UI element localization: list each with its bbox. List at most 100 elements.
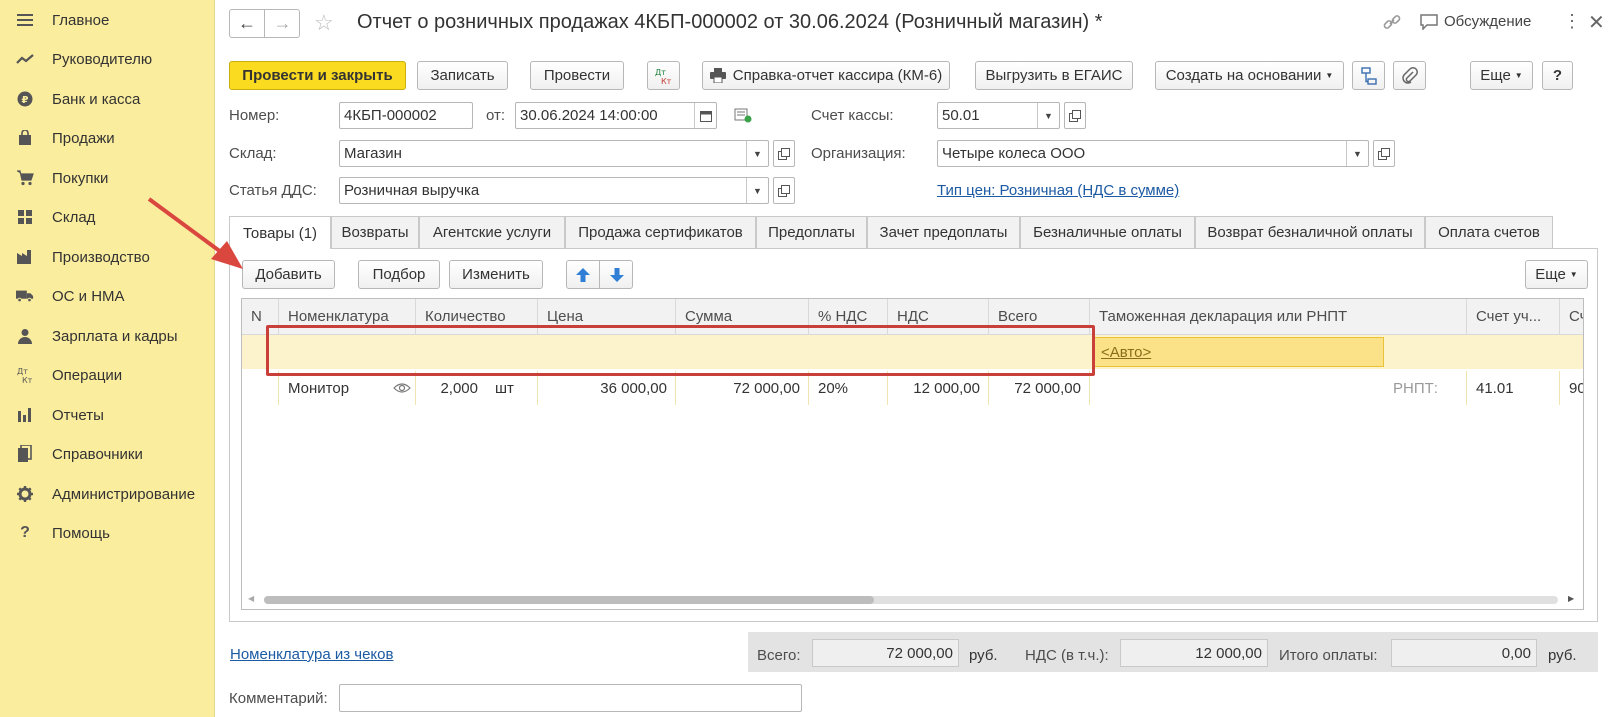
sidebar-item-help[interactable]: ? Помощь	[0, 513, 215, 553]
page-title: Отчет о розничных продажах 4КБП-000002 о…	[357, 11, 1103, 33]
favorite-star-icon[interactable]: ☆	[314, 10, 334, 36]
table-row[interactable]: Монитор 2,000 шт 36 000,00 72 000,00 20%…	[242, 335, 1583, 405]
column-header[interactable]: % НДС	[809, 299, 888, 335]
sidebar-item-main[interactable]: Главное	[0, 0, 215, 40]
sum-cell[interactable]: 72 000,00	[676, 371, 809, 405]
sidebar-item-sales[interactable]: Продажи	[0, 118, 215, 158]
select-button[interactable]: Подбор	[358, 260, 440, 289]
chevron-down-icon[interactable]: ▼	[746, 178, 768, 203]
tab-returns[interactable]: Возвраты	[331, 216, 419, 248]
tab-cashless-payments[interactable]: Безналичные оплаты	[1020, 216, 1195, 248]
column-header[interactable]: Таможенная декларация или РНПТ	[1090, 299, 1467, 335]
scroll-right-icon[interactable]: ▶	[1568, 594, 1574, 603]
comment-field[interactable]	[339, 684, 802, 712]
more-vertical-icon[interactable]: ⋮	[1563, 11, 1581, 32]
post-and-close-button[interactable]: Провести и закрыть	[229, 61, 406, 90]
open-organization-button[interactable]	[1373, 140, 1395, 167]
column-header[interactable]: N	[242, 299, 279, 335]
sidebar: Главное Руководителю ₽ Банк и касса Прод…	[0, 0, 215, 717]
horizontal-scrollbar[interactable]: ◀ ▶	[242, 591, 1583, 609]
close-icon[interactable]: ✕	[1588, 10, 1605, 35]
column-header[interactable]: НДС	[888, 299, 989, 335]
km6-report-button[interactable]: Справка-отчет кассира (КМ-6)	[702, 61, 950, 90]
link-icon[interactable]	[1383, 13, 1401, 35]
organization-field[interactable]: Четыре колеса ООО ▼	[937, 140, 1369, 167]
chat-icon	[1420, 13, 1438, 30]
price-type-link[interactable]: Тип цен: Розничная (НДС в сумме)	[937, 182, 1179, 199]
checks-nomenclature-link[interactable]: Номенклатура из чеков	[230, 646, 393, 663]
quantity-cell[interactable]: 2,000	[416, 371, 486, 405]
move-buttons	[566, 260, 633, 289]
sidebar-item-operations[interactable]: Дт Кт Операции	[0, 355, 215, 395]
customs-cell[interactable]: <Авто>	[1093, 337, 1384, 367]
column-header[interactable]: Количество	[416, 299, 538, 335]
tab-certificate-sales[interactable]: Продажа сертификатов	[565, 216, 756, 248]
sidebar-item-salary[interactable]: Зарплата и кадры	[0, 316, 215, 356]
forward-button[interactable]: →	[265, 10, 300, 37]
customs-auto-link[interactable]: <Авто>	[1101, 344, 1151, 361]
more-button[interactable]: Еще ▼	[1470, 61, 1533, 90]
warehouse-field[interactable]: Магазин ▼	[339, 140, 769, 167]
open-dds-button[interactable]	[773, 177, 795, 204]
sidebar-item-manager[interactable]: Руководителю	[0, 39, 215, 79]
sidebar-item-admin[interactable]: Администрирование	[0, 474, 215, 514]
column-header[interactable]: Номенклатура	[279, 299, 416, 335]
tab-prepayments[interactable]: Предоплаты	[756, 216, 867, 248]
tab-invoice-payments[interactable]: Оплата счетов	[1425, 216, 1553, 248]
scroll-left-icon[interactable]: ◀	[248, 594, 254, 603]
price-cell[interactable]: 36 000,00	[538, 371, 676, 405]
move-up-button[interactable]	[567, 261, 600, 288]
save-button[interactable]: Записать	[417, 61, 508, 90]
change-button[interactable]: Изменить	[449, 260, 543, 289]
sidebar-item-label: Банк и касса	[52, 90, 141, 108]
organization-label: Организация:	[811, 145, 906, 162]
chevron-down-icon[interactable]: ▼	[1037, 103, 1059, 128]
sidebar-item-reports[interactable]: Отчеты	[0, 395, 215, 435]
sidebar-item-catalogs[interactable]: Справочники	[0, 434, 215, 474]
status-list-icon[interactable]	[734, 107, 752, 127]
help-button[interactable]: ?	[1542, 61, 1573, 90]
open-cash-account-button[interactable]	[1064, 102, 1086, 129]
egais-export-button[interactable]: Выгрузить в ЕГАИС	[975, 61, 1133, 90]
column-header[interactable]: Сумма	[676, 299, 809, 335]
column-header[interactable]: Сч	[1560, 299, 1583, 335]
discussion-button[interactable]: Обсуждение	[1420, 13, 1531, 30]
vat-rate-cell[interactable]: 20%	[809, 371, 888, 405]
attachment-button[interactable]	[1393, 61, 1426, 90]
move-down-button[interactable]	[600, 261, 633, 288]
create-based-on-button[interactable]: Создать на основании ▼	[1155, 61, 1344, 90]
sidebar-item-bank[interactable]: ₽ Банк и касса	[0, 79, 215, 119]
chevron-down-icon[interactable]: ▼	[746, 141, 768, 166]
dds-field[interactable]: Розничная выручка ▼	[339, 177, 769, 204]
dtkt-button[interactable]: Дт Кт	[647, 61, 680, 90]
unit-cell[interactable]: шт	[486, 371, 538, 405]
chevron-down-icon[interactable]: ▼	[1346, 141, 1368, 166]
structure-button[interactable]	[1352, 61, 1385, 90]
post-button[interactable]: Провести	[530, 61, 624, 90]
date-field[interactable]: 30.06.2024 14:00:00	[515, 102, 717, 129]
table-more-button[interactable]: Еще ▼	[1525, 260, 1588, 289]
column-header[interactable]: Цена	[538, 299, 676, 335]
column-header[interactable]: Счет уч...	[1467, 299, 1560, 335]
column-header[interactable]: Всего	[989, 299, 1090, 335]
calendar-icon[interactable]	[694, 103, 716, 128]
vat-cell[interactable]: 12 000,00	[888, 371, 989, 405]
sidebar-item-assets[interactable]: ОС и НМА	[0, 276, 215, 316]
item-select-button[interactable]	[389, 371, 416, 405]
cash-account-field[interactable]: 50.01 ▼	[937, 102, 1060, 129]
tab-prepayment-offset[interactable]: Зачет предоплаты	[867, 216, 1020, 248]
sidebar-item-purchases[interactable]: Покупки	[0, 158, 215, 198]
scroll-thumb[interactable]	[264, 596, 874, 604]
tab-agent-services[interactable]: Агентские услуги	[419, 216, 565, 248]
open-warehouse-button[interactable]	[773, 140, 795, 167]
tab-cashless-return[interactable]: Возврат безналичной оплаты	[1195, 216, 1425, 248]
add-button[interactable]: Добавить	[242, 260, 335, 289]
truck-icon	[16, 287, 34, 305]
account2-cell[interactable]: 90	[1560, 371, 1583, 405]
total-cell[interactable]: 72 000,00	[989, 371, 1090, 405]
number-field[interactable]: 4КБП-000002	[339, 102, 473, 129]
back-button[interactable]: ←	[230, 10, 265, 37]
item-cell[interactable]: Монитор	[279, 371, 389, 405]
sidebar-item-label: Производство	[52, 248, 150, 266]
account-cell[interactable]: 41.01	[1467, 371, 1560, 405]
